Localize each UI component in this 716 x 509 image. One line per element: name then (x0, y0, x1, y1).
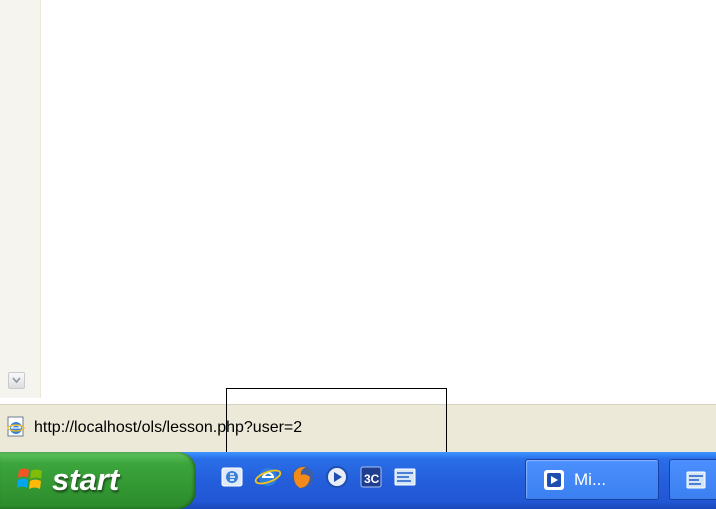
firefox-icon[interactable] (288, 462, 318, 492)
taskbar-task-button-partial[interactable] (669, 459, 716, 500)
taskbar-task-button[interactable]: Mi... (525, 459, 659, 500)
ie-page-icon (7, 416, 25, 437)
status-url-text: http://localhost/ols/lesson.php?user=2 (34, 419, 303, 436)
page-content[interactable] (0, 0, 716, 404)
internet-explorer-icon[interactable] (253, 462, 283, 492)
status-bar: http://localhost/ols/lesson.php?user=2 (0, 404, 716, 452)
taskbar: start 3C Mi... (0, 452, 716, 509)
scroll-down-button[interactable] (8, 372, 25, 389)
windows-logo-icon (17, 468, 42, 489)
start-label: start (52, 462, 120, 497)
start-button[interactable]: start (0, 452, 196, 509)
media-player-icon[interactable] (322, 462, 352, 492)
app-3c-icon[interactable]: 3C (356, 462, 386, 492)
app-window-icon (544, 470, 564, 490)
ie-window-icon (686, 471, 706, 489)
outlook-express-icon[interactable] (218, 462, 248, 492)
vertical-scrollbar[interactable] (0, 0, 41, 398)
screen: http://localhost/ols/lesson.php?user=2 s… (0, 0, 716, 509)
chevron-down-icon (12, 377, 21, 384)
svg-text:3C: 3C (364, 472, 380, 486)
show-desktop-icon[interactable] (390, 462, 420, 492)
task-label: Mi... (574, 470, 607, 489)
